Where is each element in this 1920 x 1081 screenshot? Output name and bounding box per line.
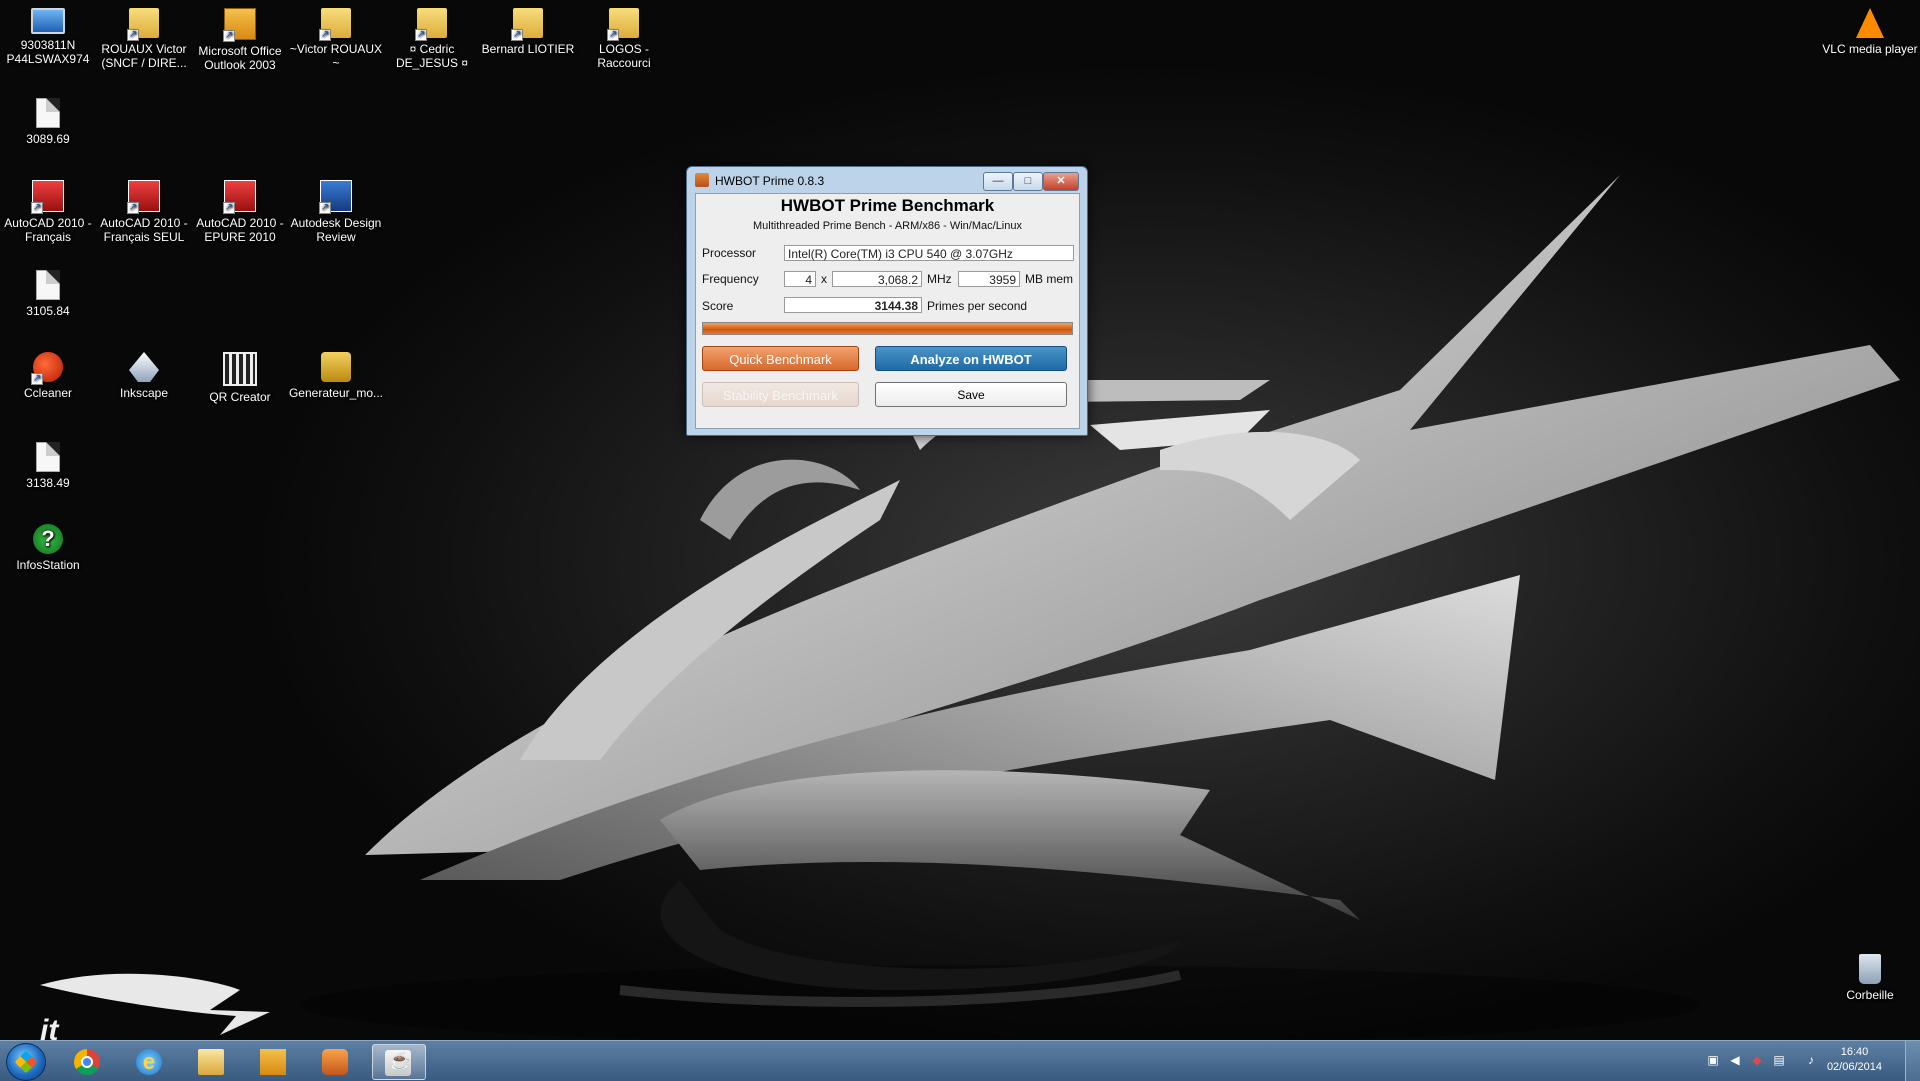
network-tray-icon[interactable]: ▣ bbox=[1706, 1053, 1720, 1067]
window-title: HWBOT Prime 0.8.3 bbox=[715, 174, 825, 188]
document-icon bbox=[36, 98, 60, 128]
taskbar-media-player[interactable] bbox=[310, 1044, 362, 1078]
autocad-icon bbox=[127, 180, 160, 214]
document-icon bbox=[36, 270, 60, 300]
qr-icon bbox=[223, 352, 257, 386]
folder-shortcut-icon bbox=[127, 8, 159, 41]
desktop-icon-infosstation[interactable]: ? InfosStation bbox=[0, 518, 96, 572]
folder-shortcut-icon bbox=[607, 8, 639, 41]
taskbar-file-explorer[interactable] bbox=[186, 1044, 238, 1078]
desktop-icon-generateur[interactable]: Generateur_mo... bbox=[288, 346, 384, 400]
desktop-icon-design-review[interactable]: Autodesk Design Review bbox=[288, 174, 384, 244]
desktop-icon-victor-rouaux[interactable]: ~Victor ROUAUX ~ bbox=[288, 2, 384, 70]
chrome-icon bbox=[74, 1049, 100, 1075]
desktop-icon-cedric-de-jesus[interactable]: ¤ Cedric DE_JESUS ¤ bbox=[384, 2, 480, 70]
app-heading: HWBOT Prime Benchmark bbox=[780, 196, 995, 215]
taskbar-internet-explorer[interactable]: e bbox=[124, 1044, 176, 1078]
multiply-sign: x bbox=[821, 272, 827, 286]
hwbot-window: HWBOT Prime 0.8.3 — □ ✕ HWBOT Prime Benc… bbox=[686, 166, 1088, 436]
progress-bar bbox=[702, 322, 1073, 335]
score-label: Score bbox=[702, 299, 734, 313]
autocad-icon bbox=[31, 180, 64, 214]
desktop-icon-logos[interactable]: LOGOS - Raccourci bbox=[576, 2, 672, 70]
clock-date: 02/06/2014 bbox=[1826, 1061, 1882, 1073]
analyze-hwbot-button[interactable]: Analyze on HWBOT bbox=[875, 346, 1067, 371]
processor-field[interactable]: Intel(R) Core(TM) i3 CPU 540 @ 3.07GHz bbox=[784, 245, 1074, 261]
minimize-button[interactable]: — bbox=[983, 172, 1013, 191]
ccleaner-icon bbox=[31, 352, 63, 385]
vlc-icon bbox=[1856, 8, 1884, 38]
app-subheading: Multithreaded Prime Bench - ARM/x86 - Wi… bbox=[753, 220, 1022, 232]
multiplier-field[interactable]: 4 bbox=[784, 271, 816, 287]
desktop-icon-autocad-francais[interactable]: AutoCAD 2010 - Français bbox=[0, 174, 96, 244]
base-clock-field[interactable]: 3,068.2 bbox=[832, 271, 922, 287]
desktop-icon-3138[interactable]: 3138.49 bbox=[0, 436, 96, 490]
processor-label: Processor bbox=[702, 246, 757, 260]
progress-fill bbox=[703, 323, 1072, 334]
start-button[interactable] bbox=[6, 1043, 46, 1081]
device-tray-icon[interactable]: ▤ bbox=[1772, 1053, 1786, 1067]
title-bar[interactable]: HWBOT Prime 0.8.3 — □ ✕ bbox=[687, 167, 1087, 193]
document-icon bbox=[36, 442, 60, 472]
stability-benchmark-button[interactable]: Stability Benchmark bbox=[702, 382, 859, 407]
close-button[interactable]: ✕ bbox=[1043, 172, 1079, 191]
taskbar-java-hwbot[interactable] bbox=[372, 1044, 426, 1080]
clock-time: 16:40 bbox=[1840, 1046, 1869, 1058]
outlook-icon bbox=[260, 1049, 286, 1075]
taskbar: e ▣ ◀ ◆ ▤ ♪ 16:40 02/06/2014 bbox=[0, 1040, 1920, 1081]
score-field[interactable]: 3144.38 bbox=[784, 297, 922, 313]
internet-explorer-icon: e bbox=[136, 1049, 162, 1075]
windows-logo-icon bbox=[14, 1050, 38, 1074]
inkscape-icon bbox=[129, 352, 159, 382]
speaker-tray-icon[interactable]: ♪ bbox=[1804, 1053, 1818, 1067]
desktop-icon-vlc[interactable]: VLC media player bbox=[1822, 2, 1918, 56]
desktop-icon-3105[interactable]: 3105.84 bbox=[0, 264, 96, 318]
help-icon: ? bbox=[33, 524, 63, 554]
memory-field[interactable]: 3959 bbox=[958, 271, 1020, 287]
clock[interactable]: 16:40 02/06/2014 bbox=[1827, 1045, 1882, 1075]
media-player-icon bbox=[322, 1049, 348, 1075]
java-app-icon bbox=[695, 173, 709, 187]
maximize-button[interactable]: □ bbox=[1013, 172, 1043, 191]
mhz-unit: MHz bbox=[927, 272, 952, 286]
desktop-icon-autocad-seul[interactable]: AutoCAD 2010 - Français SEUL bbox=[96, 174, 192, 244]
autocad-icon bbox=[223, 180, 256, 214]
window-client: HWBOT Prime Benchmark Multithreaded Prim… bbox=[695, 193, 1080, 429]
desktop-icon-qr-creator[interactable]: QR Creator bbox=[192, 346, 288, 404]
desktop-icon-bernard-liotier[interactable]: Bernard LIOTIER bbox=[480, 2, 576, 56]
folder-shortcut-icon bbox=[319, 8, 351, 41]
mem-unit: MB mem bbox=[1025, 272, 1073, 286]
outlook-icon bbox=[223, 8, 256, 42]
save-button[interactable]: Save bbox=[875, 382, 1067, 407]
antivirus-tray-icon[interactable]: ◆ bbox=[1750, 1053, 1764, 1067]
desktop-icon-9303811n[interactable]: 9303811N P44LSWAX974 bbox=[0, 2, 96, 66]
show-desktop-button[interactable] bbox=[1905, 1041, 1920, 1081]
design-review-icon bbox=[319, 180, 352, 214]
desktop-icon-ccleaner[interactable]: Ccleaner bbox=[0, 346, 96, 400]
taskbar-chrome[interactable] bbox=[62, 1044, 114, 1078]
java-icon bbox=[385, 1050, 411, 1076]
quick-benchmark-button[interactable]: Quick Benchmark bbox=[702, 346, 859, 371]
folder-shortcut-icon bbox=[415, 8, 447, 41]
desktop-icon-corbeille[interactable]: Corbeille bbox=[1822, 948, 1918, 1002]
desktop-icon-autocad-epure[interactable]: AutoCAD 2010 - EPURE 2010 bbox=[192, 174, 288, 244]
desktop-icon-inkscape[interactable]: Inkscape bbox=[96, 346, 192, 400]
wallpaper-sculpture: it bbox=[40, 175, 1900, 1047]
desktop-icon-3089[interactable]: 3089.69 bbox=[0, 92, 96, 146]
recycle-bin-icon bbox=[1859, 954, 1881, 984]
folder-shortcut-icon bbox=[511, 8, 543, 41]
computer-icon bbox=[31, 8, 65, 34]
file-explorer-icon bbox=[198, 1049, 224, 1075]
desktop-icon-outlook-2003[interactable]: Microsoft Office Outlook 2003 bbox=[192, 2, 288, 72]
frequency-label: Frequency bbox=[702, 272, 759, 286]
score-unit: Primes per second bbox=[927, 299, 1028, 313]
lock-icon bbox=[321, 352, 351, 382]
desktop-icon-rouaux-victor[interactable]: ROUAUX Victor (SNCF / DIRE... bbox=[96, 2, 192, 70]
volume-tray-icon[interactable]: ◀ bbox=[1728, 1053, 1742, 1067]
taskbar-outlook[interactable] bbox=[248, 1044, 300, 1078]
